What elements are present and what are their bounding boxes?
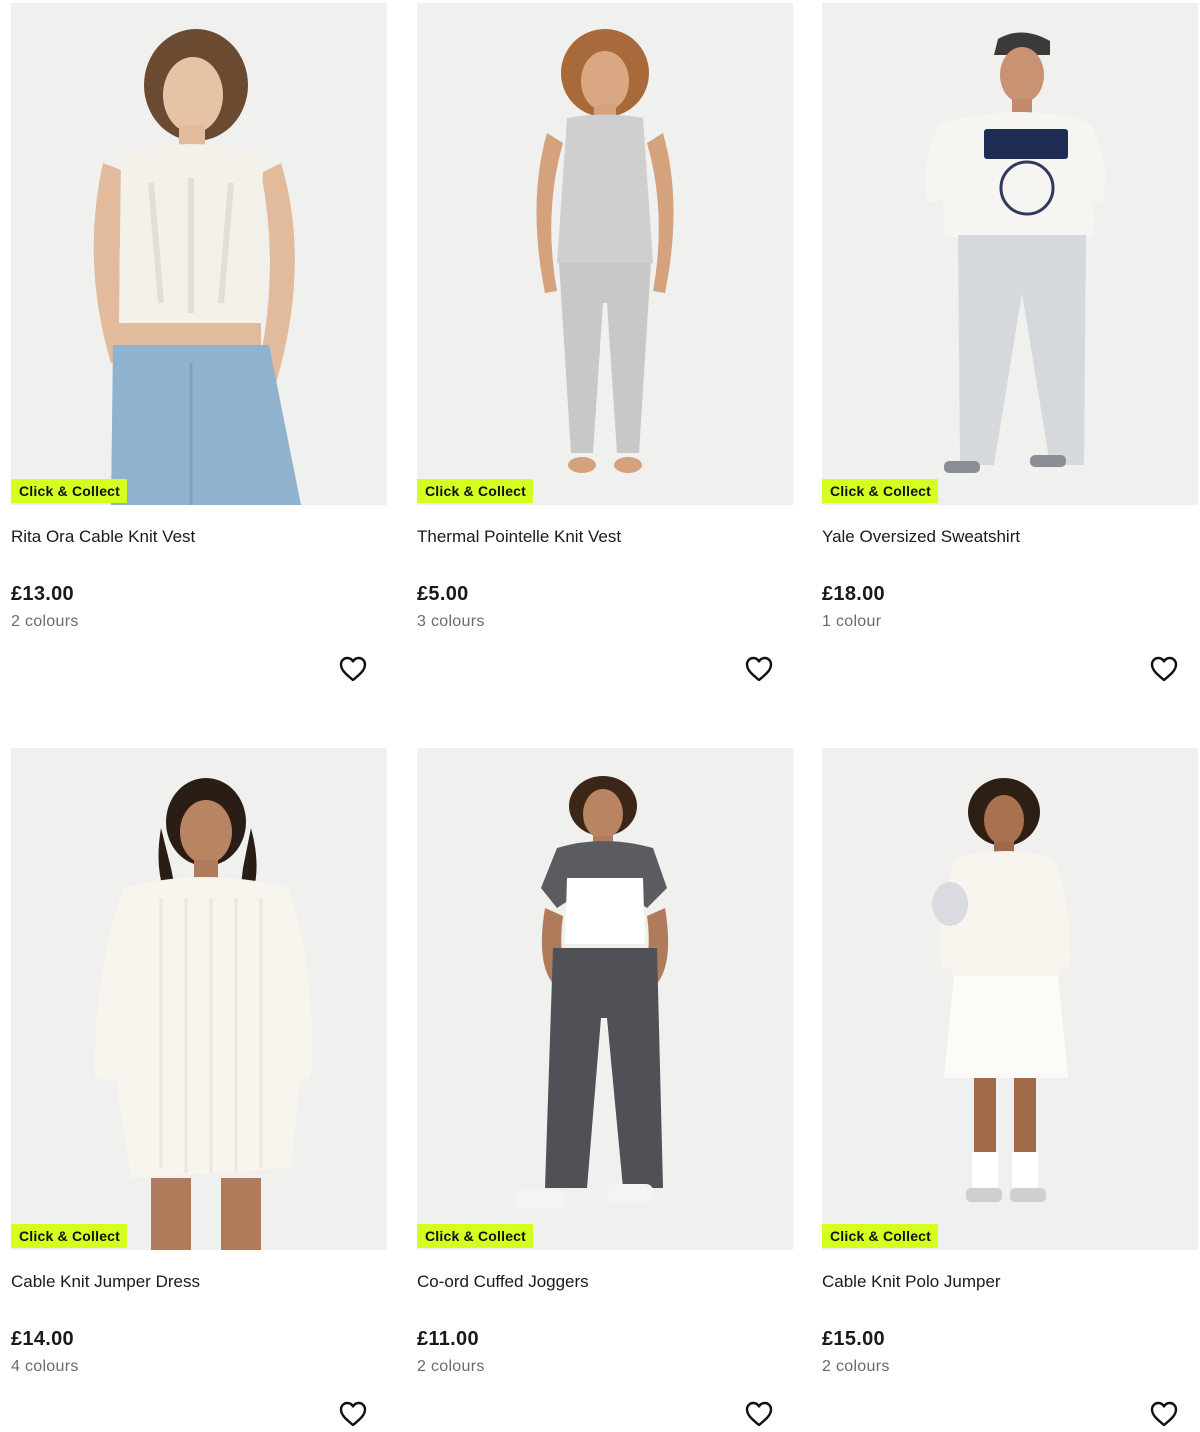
- product-image[interactable]: Click & Collect: [11, 3, 387, 505]
- product-price: £13.00: [11, 583, 74, 605]
- product-photo-polo-jumper: [822, 748, 1198, 1250]
- click-collect-badge: Click & Collect: [822, 479, 939, 503]
- product-price: £14.00: [11, 1328, 74, 1350]
- wishlist-button[interactable]: [743, 653, 775, 685]
- colour-count: 1 colour: [822, 613, 882, 630]
- heart-outline-icon: [745, 1401, 773, 1427]
- product-title[interactable]: Thermal Pointelle Knit Vest: [417, 527, 793, 547]
- product-card[interactable]: Click & Collect Co-ord Cuffed Joggers £1…: [417, 748, 793, 1427]
- product-photo-cuffed-joggers: [417, 748, 793, 1250]
- product-photo-yale-sweatshirt: [822, 3, 1198, 505]
- product-card[interactable]: Click & Collect Rita Ora Cable Knit Vest…: [11, 3, 387, 682]
- click-collect-badge: Click & Collect: [417, 479, 534, 503]
- product-image[interactable]: Click & Collect: [822, 3, 1198, 505]
- product-title[interactable]: Co-ord Cuffed Joggers: [417, 1272, 793, 1292]
- wishlist-button[interactable]: [743, 1398, 775, 1430]
- wishlist-button[interactable]: [1148, 1398, 1180, 1430]
- product-title[interactable]: Cable Knit Polo Jumper: [822, 1272, 1198, 1292]
- colour-count: 3 colours: [417, 613, 485, 630]
- product-photo-thermal-vest: [417, 3, 793, 505]
- product-image[interactable]: Click & Collect: [417, 3, 793, 505]
- product-card[interactable]: Click & Collect Thermal Pointelle Knit V…: [417, 3, 793, 682]
- product-image[interactable]: Click & Collect: [417, 748, 793, 1250]
- product-grid: Click & Collect Rita Ora Cable Knit Vest…: [0, 0, 1200, 1432]
- colour-count: 2 colours: [417, 1358, 485, 1375]
- colour-count: 2 colours: [11, 613, 79, 630]
- colour-count: 4 colours: [11, 1358, 79, 1375]
- click-collect-badge: Click & Collect: [417, 1224, 534, 1248]
- heart-outline-icon: [339, 1401, 367, 1427]
- product-card[interactable]: Click & Collect Yale Oversized Sweatshir…: [822, 3, 1198, 682]
- heart-outline-icon: [745, 656, 773, 682]
- click-collect-badge: Click & Collect: [11, 479, 128, 503]
- product-photo-rita-ora-vest: [11, 3, 387, 505]
- product-photo-jumper-dress: [11, 748, 387, 1250]
- product-title[interactable]: Cable Knit Jumper Dress: [11, 1272, 387, 1292]
- product-card[interactable]: Click & Collect Cable Knit Jumper Dress …: [11, 748, 387, 1427]
- heart-outline-icon: [339, 656, 367, 682]
- product-title[interactable]: Rita Ora Cable Knit Vest: [11, 527, 387, 547]
- product-image[interactable]: Click & Collect: [822, 748, 1198, 1250]
- click-collect-badge: Click & Collect: [822, 1224, 939, 1248]
- heart-outline-icon: [1150, 656, 1178, 682]
- wishlist-button[interactable]: [337, 653, 369, 685]
- colour-count: 2 colours: [822, 1358, 890, 1375]
- wishlist-button[interactable]: [337, 1398, 369, 1430]
- product-price: £18.00: [822, 583, 885, 605]
- heart-outline-icon: [1150, 1401, 1178, 1427]
- product-image[interactable]: Click & Collect: [11, 748, 387, 1250]
- product-price: £5.00: [417, 583, 469, 605]
- wishlist-button[interactable]: [1148, 653, 1180, 685]
- product-price: £15.00: [822, 1328, 885, 1350]
- product-card[interactable]: Click & Collect Cable Knit Polo Jumper £…: [822, 748, 1198, 1427]
- product-title[interactable]: Yale Oversized Sweatshirt: [822, 527, 1198, 547]
- click-collect-badge: Click & Collect: [11, 1224, 128, 1248]
- product-price: £11.00: [417, 1328, 479, 1350]
